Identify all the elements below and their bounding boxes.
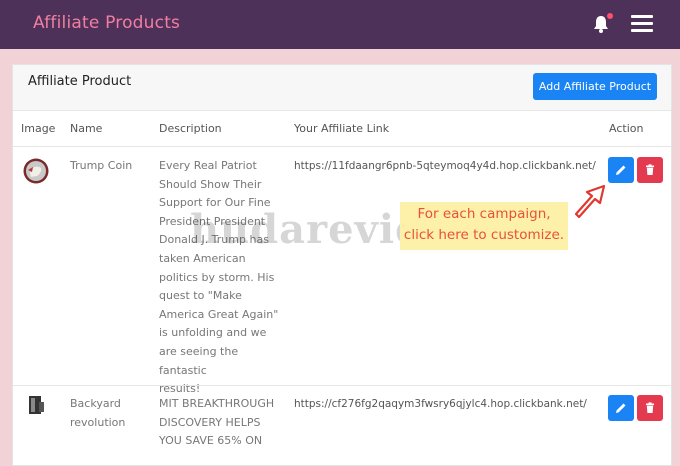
app-title: Affiliate Products	[33, 13, 181, 33]
header-divider	[13, 146, 671, 147]
edit-button[interactable]	[608, 395, 634, 421]
product-description: Every Real Patriot Should Show Their Sup…	[159, 159, 279, 396]
column-header-link: Your Affiliate Link	[294, 122, 390, 135]
product-name: Backyard revolution	[70, 397, 126, 429]
pencil-icon	[616, 403, 626, 413]
tutorial-callout: For each campaign, click here to customi…	[400, 202, 568, 250]
card-header: Affiliate Product Add Affiliate Product	[13, 65, 671, 111]
hamburger-icon[interactable]	[631, 15, 653, 33]
column-header-description: Description	[159, 122, 222, 135]
affiliate-link[interactable]: https://11fdaangr6pnb-5qteymoq4y4d.hop.c…	[294, 157, 596, 176]
edit-button[interactable]	[608, 157, 634, 183]
delete-button[interactable]	[637, 157, 663, 183]
callout-arrow-icon	[574, 184, 606, 218]
add-affiliate-product-button[interactable]: Add Affiliate Product	[533, 73, 657, 100]
card-title: Affiliate Product	[28, 74, 132, 89]
row-divider	[13, 385, 671, 386]
trash-icon	[646, 402, 654, 413]
top-navbar: Affiliate Products	[0, 0, 680, 49]
affiliate-product-card: Affiliate Product Add Affiliate Product …	[12, 64, 672, 466]
column-header-name: Name	[70, 122, 103, 135]
delete-button[interactable]	[637, 395, 663, 421]
trash-icon	[646, 164, 654, 175]
product-image-box	[29, 396, 44, 414]
notification-badge	[607, 13, 613, 19]
product-image-coin	[23, 158, 49, 184]
pencil-icon	[616, 165, 626, 175]
column-header-image: Image	[21, 122, 56, 135]
column-header-action: Action	[609, 122, 644, 135]
product-description: MIT BREAKTHROUGH DISCOVERY HELPS YOU SAV…	[159, 397, 275, 448]
product-name: Trump Coin	[70, 159, 133, 172]
affiliate-link[interactable]: https://cf276fg2qaqym3fwsry6qjylc4.hop.c…	[294, 395, 587, 414]
